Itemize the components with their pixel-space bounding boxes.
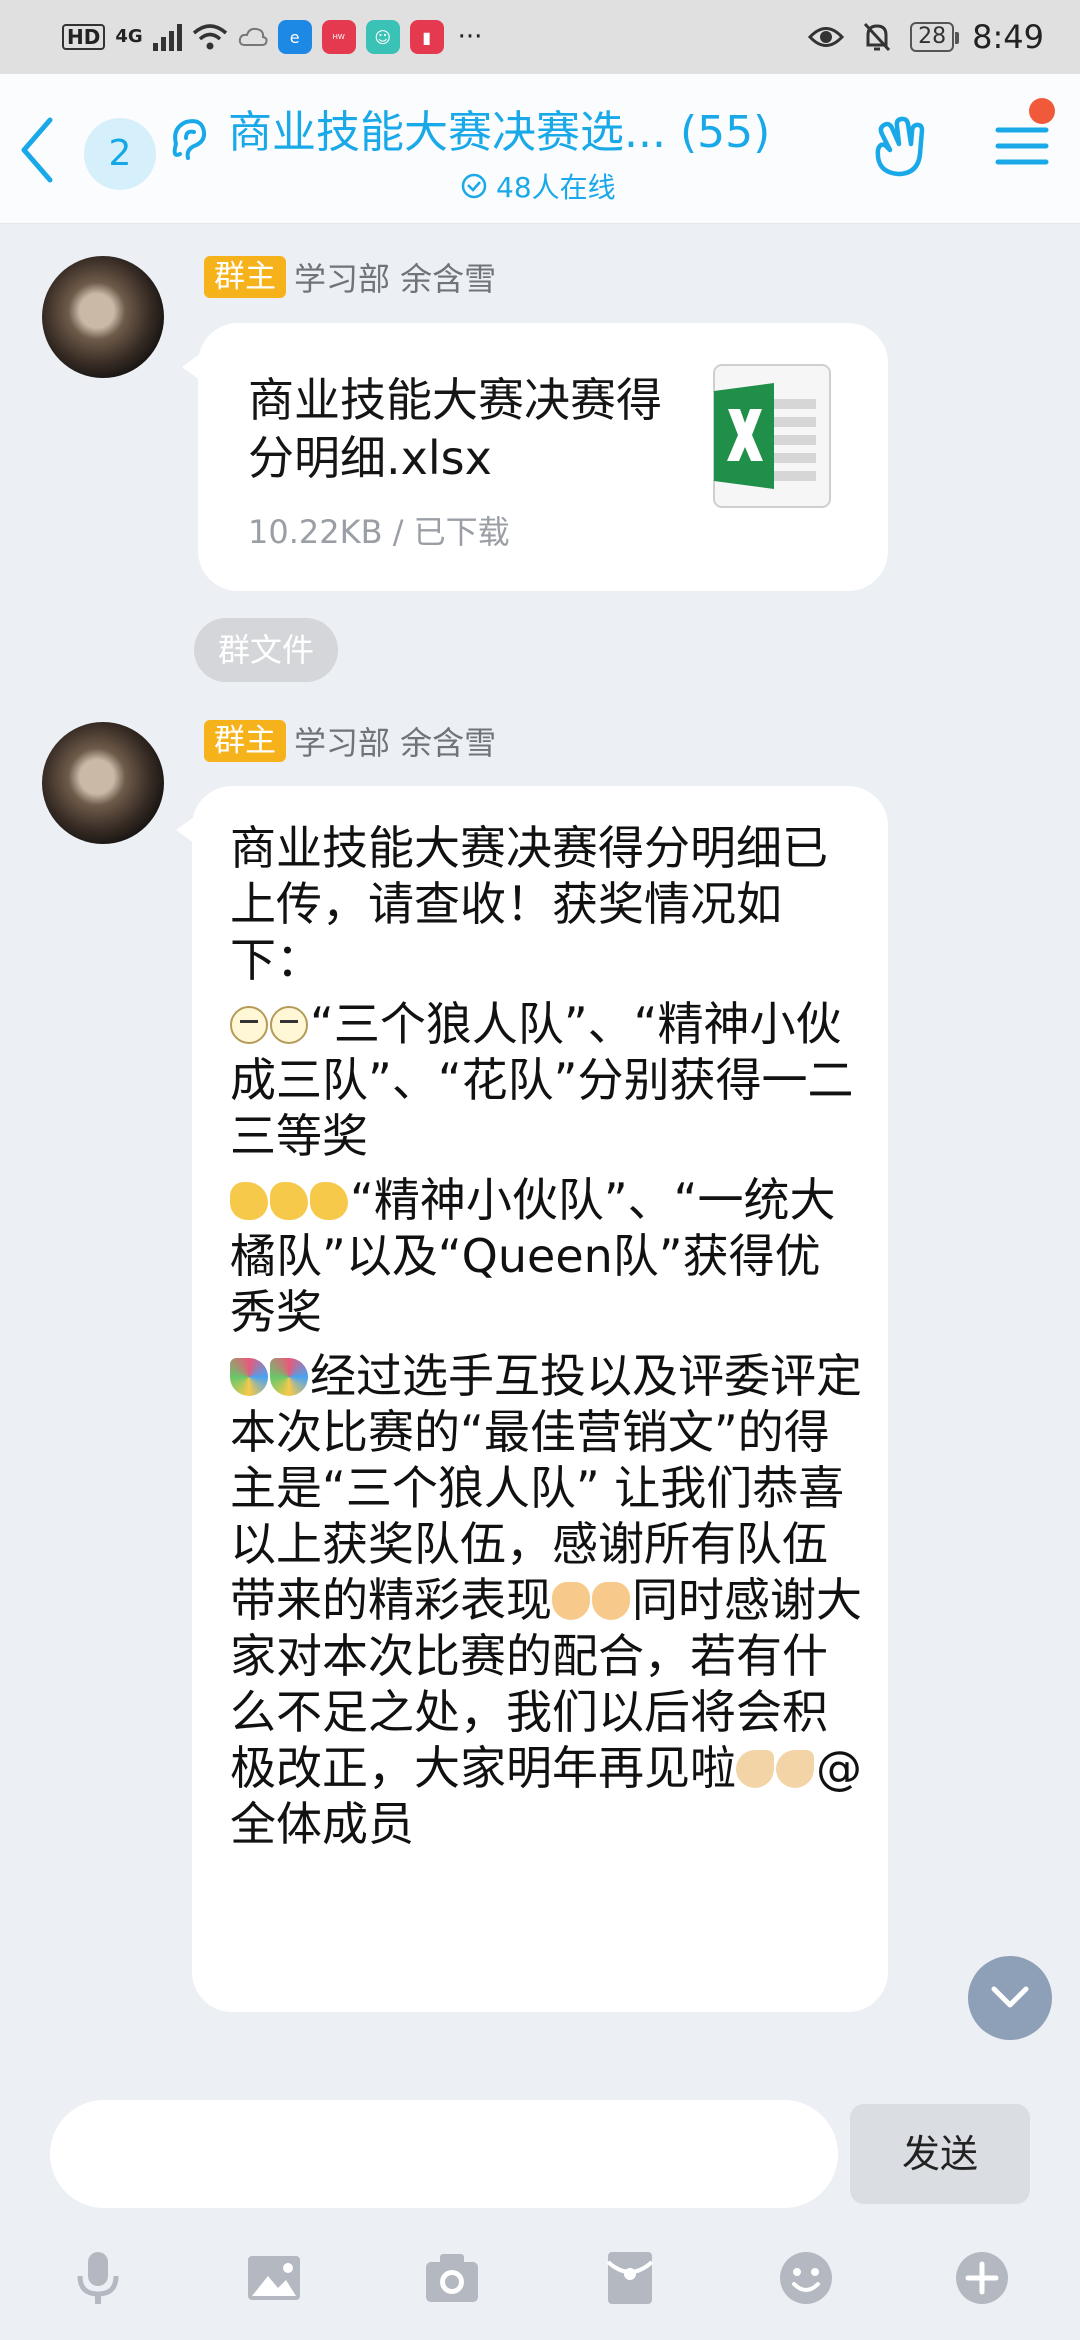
sender-name[interactable]: 学习部 余含雪	[294, 254, 496, 300]
wave-hand-icon[interactable]	[864, 114, 934, 184]
clock: 8:49	[972, 18, 1044, 56]
clap-emoji-icon	[270, 1182, 308, 1220]
camera-icon[interactable]	[422, 2248, 482, 2308]
message-paragraph: 经过选手互投以及评委评定本次比赛的“最佳营销文”的得主是“三个狼人队” 让我们恭…	[230, 1348, 864, 1852]
image-icon[interactable]	[244, 2248, 304, 2308]
send-button[interactable]: 发送	[850, 2104, 1030, 2204]
ear-icon[interactable]	[168, 114, 210, 164]
message-paragraph: “精神小伙队”、“一统大橘队”以及“Queen队”获得优秀奖	[230, 1172, 864, 1340]
robot-icon: ☺	[365, 20, 400, 54]
group-title[interactable]: 商业技能大赛决赛选... (55)	[228, 96, 848, 160]
grin-emoji-icon	[230, 1006, 268, 1044]
file-message-bubble[interactable]: 商业技能大赛决赛得分明细.xlsx 10.22KB / 已下载	[182, 323, 888, 591]
clap-emoji-icon	[230, 1182, 268, 1220]
microphone-icon[interactable]	[68, 2248, 128, 2308]
paragraph-text: 商业技能大赛决赛得分明细已上传，请查收！获奖情况如下：	[230, 821, 828, 987]
online-status: 48人在线	[460, 166, 616, 206]
group-file-tag[interactable]: 群文件	[194, 618, 339, 682]
message-paragraph: 商业技能大赛决赛得分明细已上传，请查收！获奖情况如下：	[230, 820, 864, 988]
sender-line: 群主 学习部 余含雪	[204, 254, 496, 300]
more-notifications: ···	[457, 22, 483, 52]
sender-avatar[interactable]	[42, 722, 164, 844]
chat-header: 2 商业技能大赛决赛选... (55) 48人在线	[0, 74, 1080, 224]
chevron-down-icon	[991, 1986, 1029, 2008]
text-message-bubble[interactable]: 商业技能大赛决赛得分明细已上传，请查收！获奖情况如下： “三个狼人队”、“精神小…	[176, 786, 888, 2012]
party-emoji-icon	[270, 1358, 308, 1396]
signal-icon	[152, 23, 182, 51]
wifi-icon	[192, 24, 227, 50]
clap-emoji-icon	[310, 1182, 348, 1220]
sender-line: 群主 学习部 余含雪	[204, 718, 496, 764]
ok-hand-emoji-icon	[736, 1750, 774, 1788]
menu-icon[interactable]	[994, 118, 1050, 174]
back-icon[interactable]	[14, 112, 64, 188]
eye-icon	[808, 27, 845, 47]
browser-icon: e	[277, 20, 312, 54]
file-name: 商业技能大赛决赛得分明细.xlsx	[248, 373, 662, 485]
status-bar: HD 4G e HW ☺ ▮ ··· 28 8:49	[0, 0, 1080, 74]
mute-icon	[864, 22, 891, 52]
plus-icon[interactable]	[952, 2248, 1012, 2308]
excel-file-icon	[713, 364, 831, 508]
file-meta: 10.22KB / 已下载	[248, 513, 510, 551]
red-packet-icon[interactable]	[600, 2248, 660, 2308]
battery-indicator: 28	[910, 22, 960, 52]
party-emoji-icon	[230, 1358, 268, 1396]
paragraph-text: “三个狼人队”、“精神小伙成三队”、“花队”分别获得一二三等奖	[230, 997, 854, 1163]
notification-dot	[1029, 98, 1055, 124]
unread-count-badge[interactable]: 2	[84, 118, 156, 190]
message-input[interactable]	[50, 2100, 838, 2208]
group-owner-tag: 群主	[204, 720, 286, 762]
ok-hand-emoji-icon	[776, 1750, 814, 1788]
network-type: 4G	[115, 26, 143, 47]
book-icon: ▮	[409, 20, 444, 54]
check-circle-icon	[461, 173, 487, 199]
input-toolbar	[0, 2230, 1080, 2340]
thumbs-up-emoji-icon	[552, 1582, 590, 1620]
thumbs-up-emoji-icon	[592, 1582, 630, 1620]
sender-avatar[interactable]	[42, 256, 164, 378]
sender-name[interactable]: 学习部 余含雪	[294, 718, 496, 764]
message-paragraph: “三个狼人队”、“精神小伙成三队”、“花队”分别获得一二三等奖	[230, 996, 864, 1164]
message-text: 商业技能大赛决赛得分明细已上传，请查收！获奖情况如下： “三个狼人队”、“精神小…	[230, 820, 864, 1860]
online-count: 48人在线	[496, 171, 616, 204]
grin-emoji-icon	[270, 1006, 308, 1044]
hd-indicator: HD	[62, 24, 106, 50]
emoji-icon[interactable]	[776, 2248, 836, 2308]
huawei-icon: HW	[321, 20, 356, 54]
group-owner-tag: 群主	[204, 256, 286, 298]
cloud-icon	[238, 27, 268, 46]
scroll-to-bottom-button[interactable]	[968, 1956, 1052, 2040]
